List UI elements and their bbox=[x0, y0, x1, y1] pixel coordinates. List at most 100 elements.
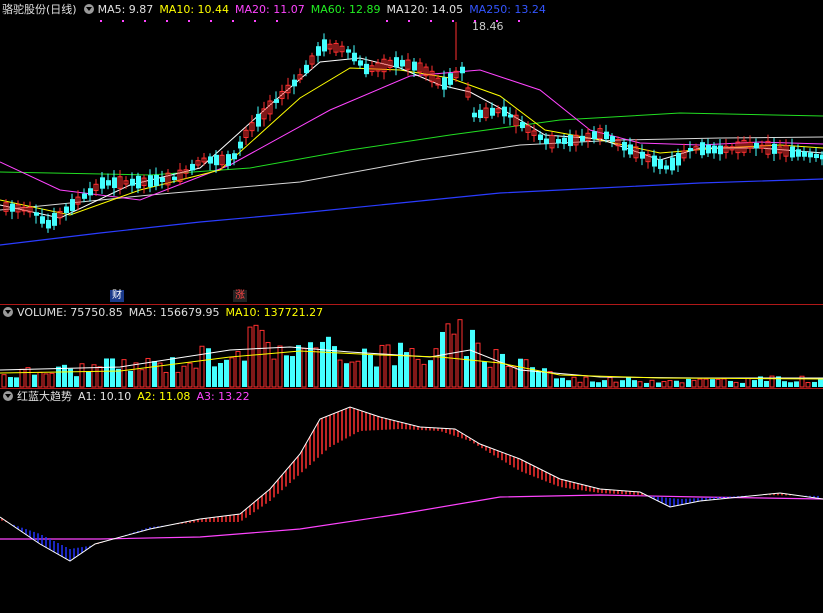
volume-ma5: MA5: 156679.95 bbox=[128, 306, 220, 319]
candle-down bbox=[52, 212, 57, 226]
candle-down bbox=[640, 151, 645, 159]
period-label: (日线) bbox=[46, 3, 77, 16]
ma10-line bbox=[0, 67, 823, 216]
volume-bar-up bbox=[733, 381, 739, 388]
dropdown-icon[interactable] bbox=[3, 307, 13, 317]
candle-down bbox=[790, 146, 795, 158]
volume-bar-up bbox=[355, 360, 361, 388]
candlestick-chart[interactable] bbox=[0, 0, 823, 304]
ma120-label: MA120: 14.05 bbox=[386, 3, 464, 16]
volume-bar-up bbox=[175, 371, 181, 388]
ma60-line bbox=[0, 112, 823, 176]
candle-down bbox=[88, 188, 93, 196]
volume-bar-up bbox=[445, 323, 451, 388]
price-panel[interactable]: 骆驼股份(日线) MA5: 9.87 MA10: 10.44 MA20: 11.07 M… bbox=[0, 0, 823, 304]
volume-bar-up bbox=[259, 329, 265, 388]
volume-bar-up bbox=[511, 366, 517, 388]
volume-bar-down bbox=[560, 377, 565, 387]
volume-bar-down bbox=[674, 380, 679, 387]
volume-bar-down bbox=[428, 360, 433, 387]
volume-bar-down bbox=[710, 379, 715, 387]
candle-down bbox=[796, 149, 801, 157]
volume-bar-down bbox=[218, 362, 223, 387]
candle-down bbox=[316, 46, 321, 56]
candle-down bbox=[448, 73, 453, 85]
signal-dot bbox=[254, 20, 256, 22]
volume-ma5-line bbox=[0, 346, 823, 379]
candle-down bbox=[214, 154, 219, 166]
volume-bar-up bbox=[49, 372, 55, 388]
candle-down bbox=[754, 142, 759, 149]
volume-bar-up bbox=[679, 382, 685, 388]
candle-down bbox=[364, 63, 369, 75]
candle-down bbox=[160, 177, 165, 182]
volume-bar-up bbox=[703, 378, 709, 388]
candle-down bbox=[706, 144, 711, 154]
volume-bar-up bbox=[661, 381, 667, 388]
signal-dot bbox=[276, 20, 278, 22]
volume-bar-up bbox=[271, 358, 277, 388]
volume-bar-down bbox=[374, 366, 379, 387]
event-marker-limit-up[interactable]: 涨 bbox=[233, 290, 247, 302]
volume-bar-down bbox=[290, 356, 295, 387]
a3-line bbox=[0, 494, 823, 540]
volume-bar-down bbox=[656, 382, 661, 387]
indicator-panel[interactable]: 红蓝大趋势 A1: 10.10 A2: 11.08 A3: 13.22 bbox=[0, 389, 823, 613]
volume-bar-down bbox=[620, 380, 625, 387]
volume-bar-down bbox=[224, 359, 229, 387]
indicator-a1: A1: 10.10 bbox=[78, 390, 132, 403]
volume-bar-up bbox=[583, 376, 589, 388]
volume-bar-up bbox=[157, 362, 163, 388]
volume-bar-up bbox=[667, 380, 673, 388]
indicator-a3: A3: 13.22 bbox=[196, 390, 250, 403]
candle-down bbox=[400, 59, 405, 67]
candle-down bbox=[772, 143, 777, 154]
volume-bar-up bbox=[97, 366, 103, 388]
candle-down bbox=[412, 61, 417, 71]
trend-indicator-chart[interactable] bbox=[0, 389, 823, 613]
candle-down bbox=[502, 106, 507, 117]
dropdown-icon[interactable] bbox=[83, 4, 94, 14]
candle-down bbox=[580, 135, 585, 142]
signal-dot bbox=[386, 20, 388, 22]
candle-down bbox=[808, 152, 813, 158]
dropdown-icon[interactable] bbox=[3, 391, 13, 401]
volume-bar-up bbox=[229, 357, 235, 388]
signal-dot bbox=[452, 20, 454, 22]
volume-bar-down bbox=[764, 380, 769, 387]
ma20-line bbox=[0, 69, 823, 201]
candle-down bbox=[226, 154, 231, 166]
ma250-label: MA250: 13.24 bbox=[469, 3, 546, 16]
candle-down bbox=[82, 193, 87, 199]
candle-down bbox=[544, 138, 549, 145]
volume-panel[interactable]: VOLUME: 75750.85 MA5: 156679.95 MA10: 1377… bbox=[0, 305, 823, 388]
event-marker-finance[interactable]: 财 bbox=[110, 290, 124, 302]
volume-bar-down bbox=[32, 374, 37, 387]
volume-bar-down bbox=[728, 380, 733, 387]
signal-dot bbox=[188, 20, 190, 22]
volume-bar-down bbox=[590, 381, 595, 387]
candle-down bbox=[562, 137, 567, 145]
volume-bar-down bbox=[14, 377, 19, 387]
candle-down bbox=[208, 156, 213, 164]
candle-down bbox=[136, 175, 141, 189]
volume-bar-down bbox=[86, 371, 91, 387]
volume-bar-down bbox=[782, 381, 787, 387]
ma20-label: MA20: 11.07 bbox=[235, 3, 305, 16]
candle-down bbox=[100, 177, 105, 189]
price-legend: 骆驼股份(日线) MA5: 9.87 MA10: 10.44 MA20: 11.07 M… bbox=[2, 2, 552, 18]
candle-down bbox=[592, 131, 597, 140]
volume-bar-up bbox=[37, 371, 43, 388]
volume-bar-up bbox=[79, 363, 85, 388]
signal-dot bbox=[518, 20, 520, 22]
volume-bar-up bbox=[133, 362, 139, 388]
candle-down bbox=[472, 112, 477, 118]
volume-value: VOLUME: 75750.85 bbox=[17, 306, 123, 319]
volume-bar-down bbox=[518, 358, 523, 387]
volume-bar-down bbox=[500, 353, 505, 387]
volume-bar-up bbox=[409, 348, 415, 388]
candle-down bbox=[112, 177, 117, 189]
candle-down bbox=[802, 151, 807, 157]
candle-down bbox=[538, 134, 543, 140]
candle-down bbox=[358, 60, 363, 66]
